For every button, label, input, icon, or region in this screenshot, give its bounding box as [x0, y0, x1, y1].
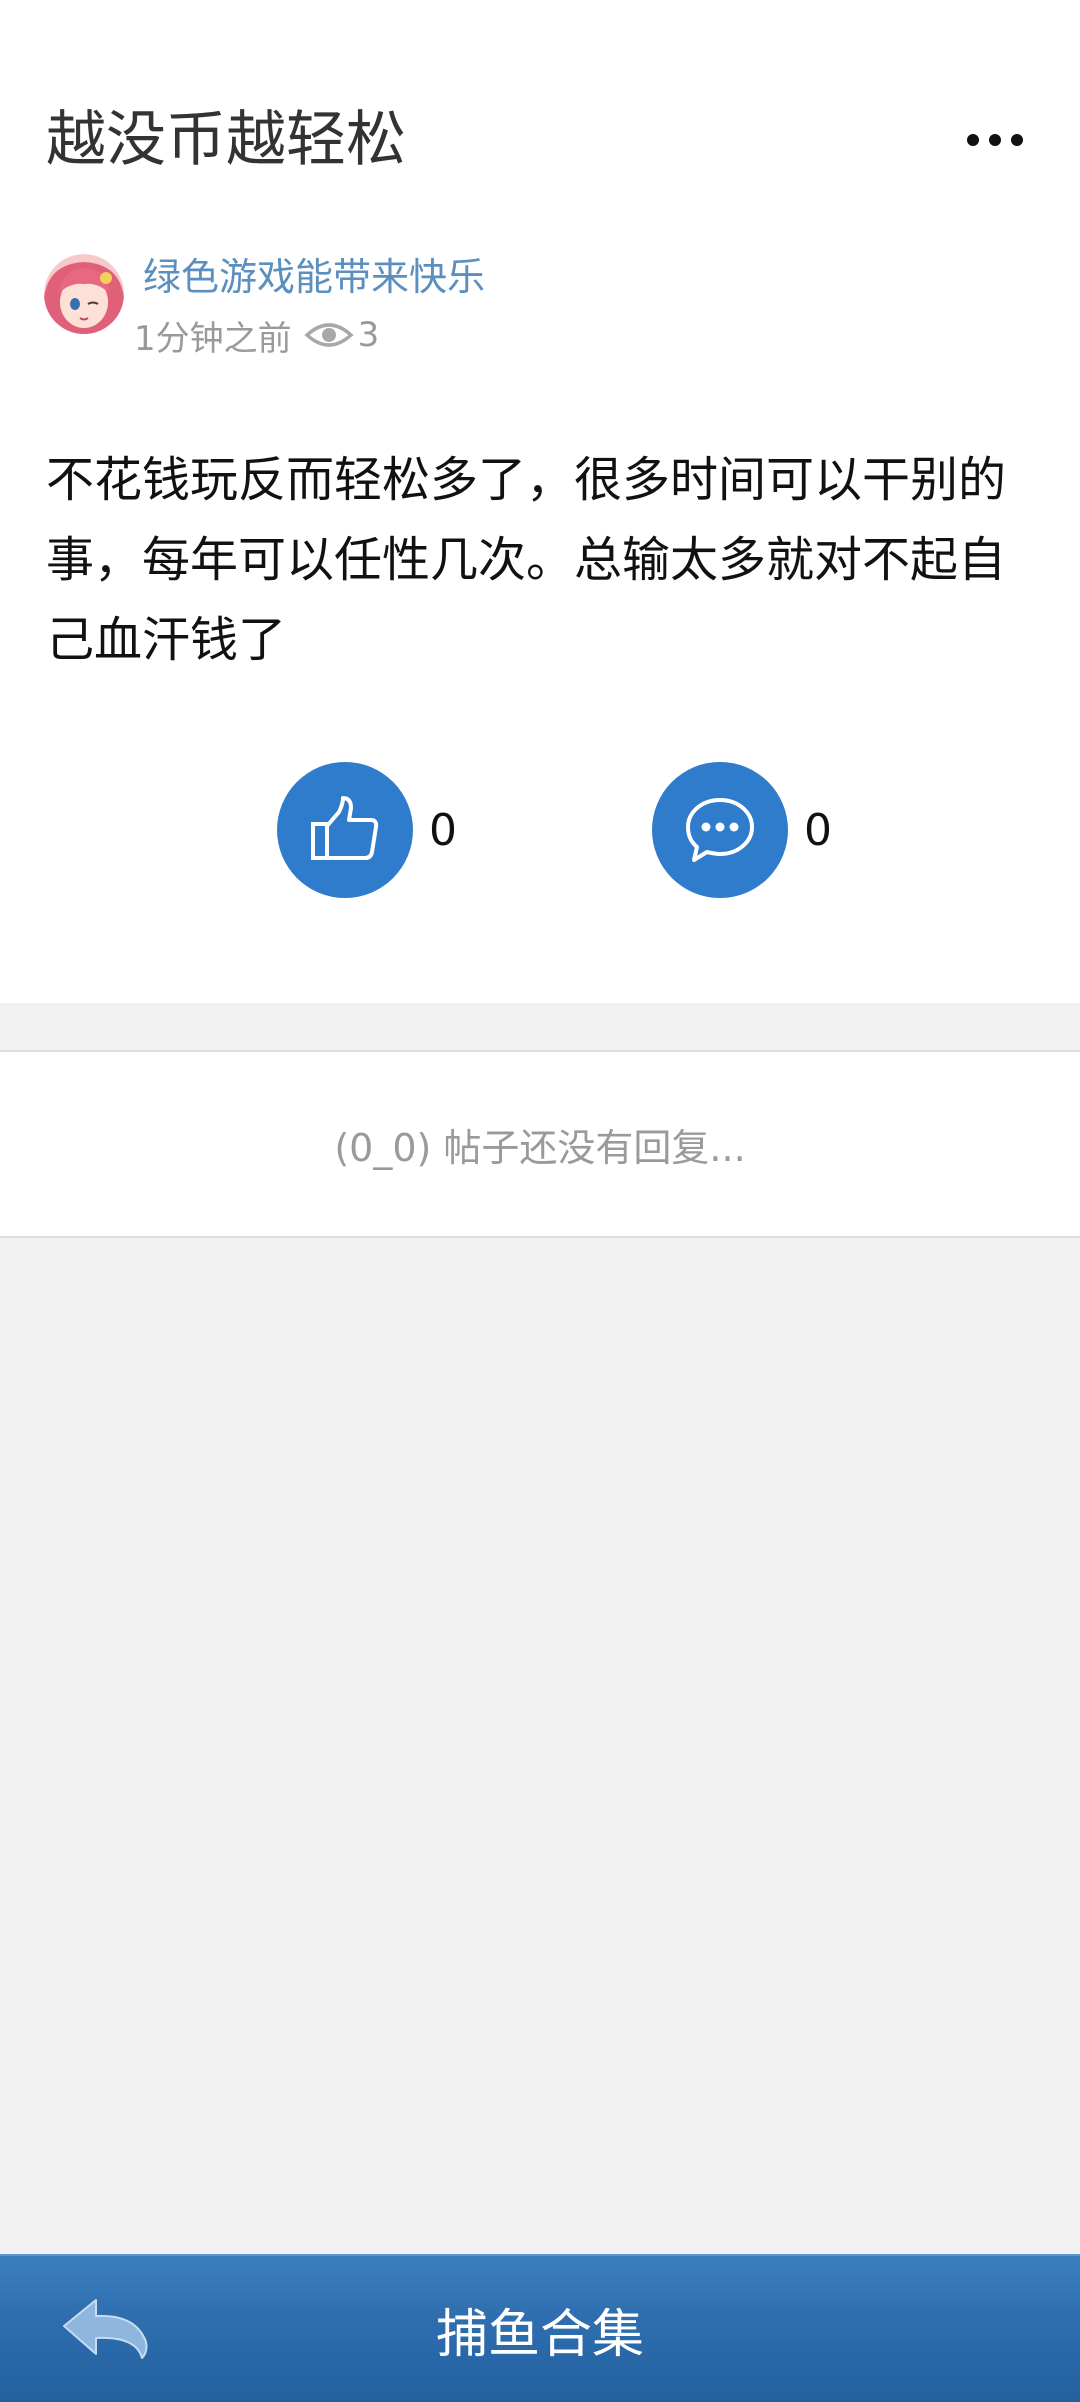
avatar-image: [44, 254, 124, 334]
empty-replies-text: (0_0) 帖子还没有回复...: [334, 1125, 746, 1170]
view-count-value: 3: [357, 315, 380, 355]
like-count: 0: [429, 804, 457, 856]
eye-icon: [304, 323, 354, 347]
post-time: 1分钟之前: [134, 318, 292, 359]
back-button[interactable]: [60, 2296, 152, 2362]
more-options-button[interactable]: [955, 120, 1035, 160]
like-button[interactable]: 0: [277, 762, 457, 898]
more-icon-dot: [1011, 134, 1023, 146]
comment-icon: [686, 798, 754, 862]
bottom-bar: 捕鱼合集: [0, 2254, 1080, 2402]
thumbs-up-icon: [311, 796, 379, 860]
comment-button[interactable]: 0: [652, 762, 832, 898]
view-count: 3: [304, 315, 380, 355]
like-circle: [277, 762, 413, 898]
post-title: 越没币越轻松: [46, 105, 406, 175]
post-content: 不花钱玩反而轻松多了，很多时间可以干别的事，每年可以任性几次。总输太多就对不起自…: [46, 452, 1007, 668]
post-card: 越没币越轻松 绿色游戏能带来快乐 1分钟之前 3 不花钱玩反而轻松多了，很多时间: [0, 0, 1080, 1003]
comment-count: 0: [804, 804, 832, 856]
more-icon-dot: [967, 134, 979, 146]
comment-circle: [652, 762, 788, 898]
more-icon-dot: [989, 134, 1001, 146]
post-meta: 1分钟之前 3: [134, 312, 380, 359]
back-arrow-icon: [63, 2299, 148, 2359]
author-name[interactable]: 绿色游戏能带来快乐: [143, 252, 485, 302]
bottom-bar-title[interactable]: 捕鱼合集: [0, 2256, 1080, 2402]
replies-section: (0_0) 帖子还没有回复...: [0, 1050, 1080, 1238]
avatar[interactable]: [44, 254, 124, 334]
